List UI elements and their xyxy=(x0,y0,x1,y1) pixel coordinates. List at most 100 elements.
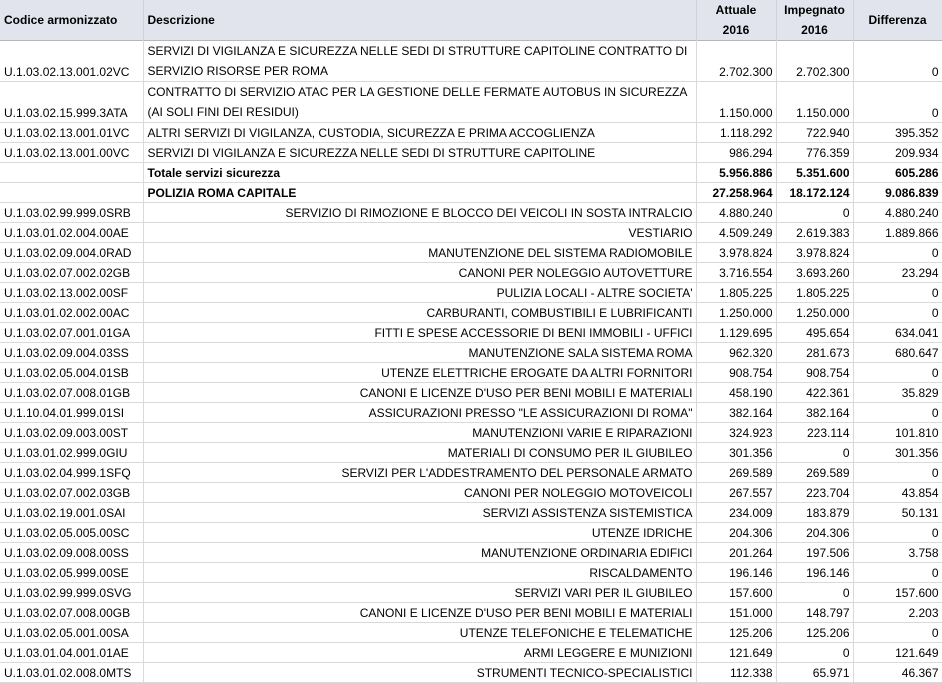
cell-actual: 962.320 xyxy=(696,342,777,363)
cell-code: U.1.03.02.19.001.0SAI xyxy=(0,502,144,523)
cell-description: MANUTENZIONI VARIE E RIPARAZIONI xyxy=(143,422,697,443)
cell-committed: 269.589 xyxy=(776,462,854,483)
cell-actual: 121.649 xyxy=(696,642,777,663)
table-row: U.1.03.02.07.002.03GB CANONI PER NOLEGGIO… xyxy=(0,482,942,503)
cell-description: POLIZIA ROMA CAPITALE xyxy=(143,182,697,203)
table-row: U.1.03.02.05.005.00SC UTENZE IDRICHE 204.3… xyxy=(0,522,942,543)
table-row: U.1.03.01.02.999.0GIU MATERIALI DI CONSUM… xyxy=(0,442,942,463)
cell-committed: 5.351.600 xyxy=(776,162,854,183)
cell-difference: 0 xyxy=(853,242,942,263)
cell-actual: 4.880.240 xyxy=(696,202,777,223)
cell-committed: 223.704 xyxy=(776,482,854,503)
cell-difference: 23.294 xyxy=(853,262,942,283)
section-row: POLIZIA ROMA CAPITALE 27.258.964 18.172.12… xyxy=(0,182,942,203)
cell-actual: 234.009 xyxy=(696,502,777,523)
table-row: U.1.03.02.13.002.00SF PULIZIA LOCALI - AL… xyxy=(0,282,942,303)
header-committed-line1: Impegnato xyxy=(784,3,845,17)
cell-description: CARBURANTI, COMBUSTIBILI E LUBRIFICANTI xyxy=(143,302,697,323)
cell-difference: 0 xyxy=(853,40,942,82)
cell-committed: 382.164 xyxy=(776,402,854,423)
cell-code: U.1.03.02.09.004.0RAD xyxy=(0,242,144,263)
cell-description: SERVIZI ASSISTENZA SISTEMISTICA xyxy=(143,502,697,523)
cell-committed: 0 xyxy=(776,442,854,463)
table-row: U.1.03.02.13.001.01VC ALTRI SERVIZI DI VI… xyxy=(0,122,942,143)
cell-actual: 157.600 xyxy=(696,582,777,603)
cell-code: U.1.03.02.07.008.01GB xyxy=(0,382,144,403)
cell-actual: 986.294 xyxy=(696,142,777,163)
cell-description: CANONI E LICENZE D'USO PER BENI MOBILI E… xyxy=(143,382,697,403)
table-row: U.1.03.02.09.004.0RAD MANUTENZIONE DEL SI… xyxy=(0,242,942,263)
cell-description: MANUTENZIONE DEL SISTEMA RADIOMOBILE xyxy=(143,242,697,263)
cell-committed: 1.250.000 xyxy=(776,302,854,323)
cell-actual: 1.150.000 xyxy=(696,81,777,123)
cell-description: CANONI PER NOLEGGIO MOTOVEICOLI xyxy=(143,482,697,503)
cell-code: U.1.03.02.05.999.00SE xyxy=(0,562,144,583)
cell-difference: 2.203 xyxy=(853,602,942,623)
cell-difference: 0 xyxy=(853,622,942,643)
cell-actual: 196.146 xyxy=(696,562,777,583)
table-row: U.1.03.02.99.999.0SRB SERVIZIO DI RIMOZIO… xyxy=(0,202,942,223)
cell-difference: 101.810 xyxy=(853,422,942,443)
table-row: U.1.03.01.02.004.00AE VESTIARIO 4.509.249 2… xyxy=(0,222,942,243)
table-row: U.1.03.02.13.001.00VC SERVIZI DI VIGILANZ… xyxy=(0,142,942,163)
cell-code: U.1.03.02.07.001.01GA xyxy=(0,322,144,343)
cell-committed: 776.359 xyxy=(776,142,854,163)
cell-description: SERVIZI VARI PER IL GIUBILEO xyxy=(143,582,697,603)
cell-description: UTENZE ELETTRICHE EROGATE DA ALTRI FORNI… xyxy=(143,362,697,383)
cell-code: U.1.03.02.13.001.00VC xyxy=(0,142,144,163)
cell-description: SERVIZI PER L'ADDESTRAMENTO DEL PERSONAL… xyxy=(143,462,697,483)
cell-difference: 0 xyxy=(853,462,942,483)
cell-actual: 382.164 xyxy=(696,402,777,423)
cell-actual: 1.129.695 xyxy=(696,322,777,343)
cell-code: U.1.03.01.02.002.00AC xyxy=(0,302,144,323)
cell-difference: 3.758 xyxy=(853,542,942,563)
cell-actual: 1.118.292 xyxy=(696,122,777,143)
table-row: U.1.03.01.04.001.01AE ARMI LEGGERE E MUNI… xyxy=(0,642,942,663)
cell-code: U.1.03.02.99.999.0SRB xyxy=(0,202,144,223)
cell-committed: 1.150.000 xyxy=(776,81,854,123)
cell-description: CANONI PER NOLEGGIO AUTOVETTURE xyxy=(143,262,697,283)
cell-description: MATERIALI DI CONSUMO PER IL GIUBILEO xyxy=(143,442,697,463)
cell-code: U.1.03.01.02.999.0GIU xyxy=(0,442,144,463)
table-row: U.1.03.02.09.003.00ST MANUTENZIONI VARIE … xyxy=(0,422,942,443)
cell-actual: 3.716.554 xyxy=(696,262,777,283)
cell-code: U.1.03.01.02.004.00AE xyxy=(0,222,144,243)
cell-code: U.1.03.02.04.999.1SFQ xyxy=(0,462,144,483)
cell-description: ALTRI SERVIZI DI VIGILANZA, CUSTODIA, SI… xyxy=(143,122,697,143)
cell-code: U.1.03.02.07.008.00GB xyxy=(0,602,144,623)
table-row: U.1.03.02.05.999.00SE RISCALDAMENTO 196.14… xyxy=(0,562,942,583)
cell-difference: 0 xyxy=(853,402,942,423)
cell-committed: 422.361 xyxy=(776,382,854,403)
cell-difference: 121.649 xyxy=(853,642,942,663)
cell-code xyxy=(0,162,144,183)
cell-committed: 722.940 xyxy=(776,122,854,143)
table-row: U.1.03.02.05.004.01SB UTENZE ELETTRICHE E… xyxy=(0,362,942,383)
table-row: U.1.03.02.07.002.02GB CANONI PER NOLEGGIO… xyxy=(0,262,942,283)
cell-actual: 458.190 xyxy=(696,382,777,403)
cell-description: CONTRATTO DI SERVIZIO ATAC PER LA GESTIO… xyxy=(143,81,697,123)
cell-code: U.1.03.01.04.001.01AE xyxy=(0,642,144,663)
cell-committed: 18.172.124 xyxy=(776,182,854,203)
cell-committed: 148.797 xyxy=(776,602,854,623)
cell-actual: 125.206 xyxy=(696,622,777,643)
header-committed: Impegnato 2016 xyxy=(776,0,854,41)
header-description: Descrizione xyxy=(143,0,697,41)
cell-code: U.1.03.02.09.004.03SS xyxy=(0,342,144,363)
table-row: U.1.03.02.07.008.00GB CANONI E LICENZE D'… xyxy=(0,602,942,623)
cell-difference: 50.131 xyxy=(853,502,942,523)
cell-actual: 27.258.964 xyxy=(696,182,777,203)
cell-actual: 201.264 xyxy=(696,542,777,563)
cell-committed: 2.619.383 xyxy=(776,222,854,243)
table-row: U.1.03.02.04.999.1SFQ SERVIZI PER L'ADDES… xyxy=(0,462,942,483)
cell-description: UTENZE TELEFONICHE E TELEMATICHE xyxy=(143,622,697,643)
cell-description: ARMI LEGGERE E MUNIZIONI xyxy=(143,642,697,663)
table-row: U.1.03.02.99.999.0SVG SERVIZI VARI PER IL… xyxy=(0,582,942,603)
header-code: Codice armonizzato xyxy=(0,0,144,41)
cell-code: U.1.03.02.07.002.03GB xyxy=(0,482,144,503)
cell-committed: 1.805.225 xyxy=(776,282,854,303)
cell-actual: 2.702.300 xyxy=(696,40,777,82)
cell-difference: 0 xyxy=(853,562,942,583)
cell-description: ASSICURAZIONI PRESSO "LE ASSICURAZIONI D… xyxy=(143,402,697,423)
table-row: U.1.03.02.09.004.03SS MANUTENZIONE SALA S… xyxy=(0,342,942,363)
cell-description: CANONI E LICENZE D'USO PER BENI MOBILI E… xyxy=(143,602,697,623)
